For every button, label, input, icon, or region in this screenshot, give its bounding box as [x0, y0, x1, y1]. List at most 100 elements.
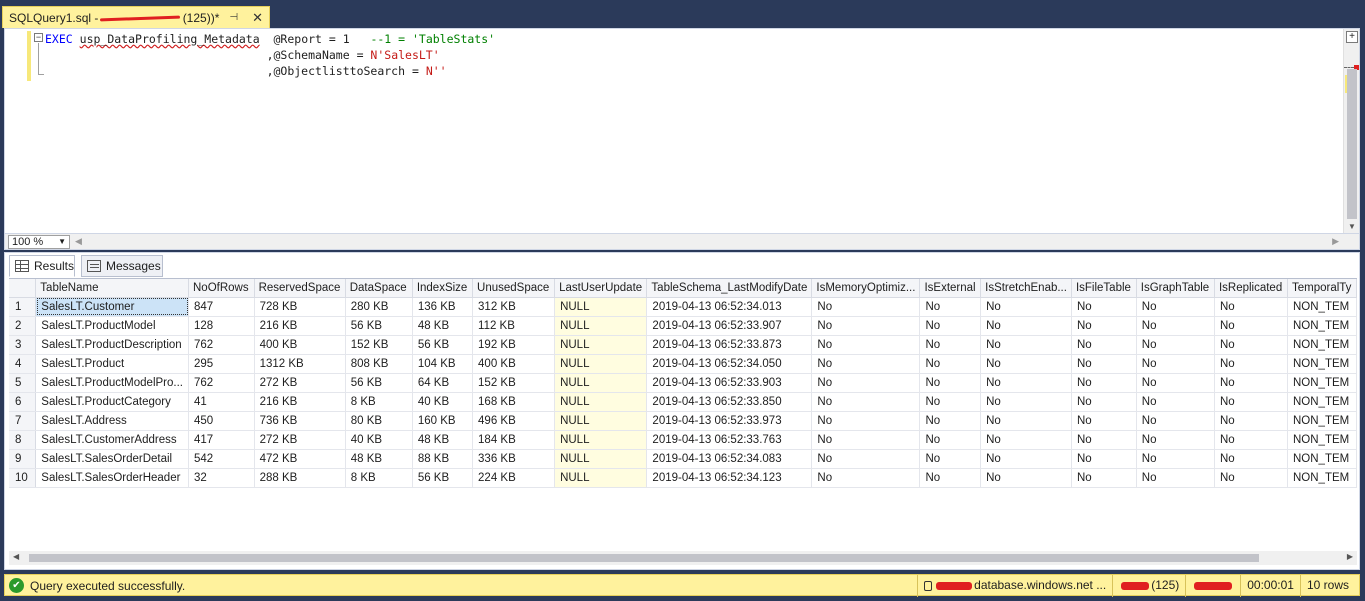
grid-cell[interactable]: NON_TEM: [1287, 468, 1357, 488]
grid-cell[interactable]: No: [980, 392, 1072, 412]
pin-icon[interactable]: ⊣: [229, 12, 238, 23]
grid-cell[interactable]: No: [1136, 373, 1215, 393]
grid-cell[interactable]: 64 KB: [412, 373, 474, 393]
grid-cell[interactable]: No: [1136, 354, 1215, 374]
grid-cell[interactable]: No: [811, 392, 921, 412]
grid-cell[interactable]: 280 KB: [345, 297, 413, 317]
grid-cell[interactable]: No: [1214, 449, 1289, 469]
grid-cell[interactable]: No: [919, 354, 982, 374]
grid-cell[interactable]: No: [1214, 468, 1289, 488]
grid-cell[interactable]: SalesLT.SalesOrderHeader: [35, 468, 189, 488]
grid-cell[interactable]: 272 KB: [254, 373, 346, 393]
grid-cell[interactable]: NON_TEM: [1287, 373, 1357, 393]
scroll-thumb[interactable]: [29, 554, 1259, 562]
row-number[interactable]: 9: [9, 449, 37, 469]
grid-cell[interactable]: No: [1071, 449, 1137, 469]
column-header[interactable]: IsFileTable: [1071, 279, 1137, 298]
grid-cell[interactable]: 2019-04-13 06:52:33.850: [646, 392, 813, 412]
grid-cell[interactable]: No: [1214, 411, 1289, 431]
row-number-header[interactable]: [9, 279, 37, 298]
grid-cell[interactable]: 48 KB: [412, 316, 474, 336]
grid-cell[interactable]: No: [919, 392, 982, 412]
grid-cell[interactable]: No: [980, 297, 1072, 317]
grid-cell[interactable]: No: [919, 411, 982, 431]
grid-cell[interactable]: 56 KB: [345, 316, 413, 336]
grid-cell[interactable]: 216 KB: [254, 316, 346, 336]
table-row[interactable]: 1 SalesLT.Customer 847 728 KB 280 KB 136 KB 31…: [9, 297, 1357, 317]
grid-cell[interactable]: 2019-04-13 06:52:34.123: [646, 468, 813, 488]
editor-vertical-scrollbar[interactable]: + ▼: [1343, 29, 1359, 233]
table-row[interactable]: 3 SalesLT.ProductDescription 762 400 KB 152 …: [9, 335, 1357, 355]
column-header[interactable]: TableName: [35, 279, 189, 298]
grid-cell[interactable]: 104 KB: [412, 354, 474, 374]
column-header[interactable]: TableSchema_LastModifyDate: [646, 279, 813, 298]
table-row[interactable]: 4 SalesLT.Product 295 1312 KB 808 KB 104 KB 40…: [9, 354, 1357, 374]
grid-cell[interactable]: 1312 KB: [254, 354, 346, 374]
column-header[interactable]: IsMemoryOptimiz...: [811, 279, 921, 298]
grid-cell[interactable]: No: [1071, 430, 1137, 450]
grid-cell[interactable]: 288 KB: [254, 468, 346, 488]
grid-cell[interactable]: No: [919, 449, 982, 469]
table-row[interactable]: 8 SalesLT.CustomerAddress 417 272 KB 40 KB 48…: [9, 430, 1357, 450]
grid-cell[interactable]: No: [1136, 411, 1215, 431]
grid-cell[interactable]: 2019-04-13 06:52:33.903: [646, 373, 813, 393]
grid-cell[interactable]: 2019-04-13 06:52:34.013: [646, 297, 813, 317]
row-number[interactable]: 6: [9, 392, 37, 412]
grid-cell[interactable]: No: [919, 316, 982, 336]
grid-cell[interactable]: NULL: [554, 354, 648, 374]
grid-cell[interactable]: 80 KB: [345, 411, 413, 431]
scroll-thumb[interactable]: [1347, 69, 1357, 219]
grid-cell[interactable]: No: [919, 335, 982, 355]
grid-cell[interactable]: 762: [188, 373, 255, 393]
grid-cell[interactable]: NULL: [554, 316, 648, 336]
tab-messages[interactable]: Messages: [81, 255, 163, 277]
table-row[interactable]: 9 SalesLT.SalesOrderDetail 542 472 KB 48 KB 8…: [9, 449, 1357, 469]
grid-cell[interactable]: 450: [188, 411, 255, 431]
grid-cell[interactable]: No: [980, 316, 1072, 336]
grid-cell[interactable]: No: [980, 449, 1072, 469]
grid-cell[interactable]: 2019-04-13 06:52:34.083: [646, 449, 813, 469]
close-icon[interactable]: ✕: [252, 10, 263, 26]
grid-cell[interactable]: No: [1214, 373, 1289, 393]
column-header[interactable]: DataSpace: [345, 279, 413, 298]
grid-cell[interactable]: NULL: [554, 449, 648, 469]
grid-cell[interactable]: 2019-04-13 06:52:33.973: [646, 411, 813, 431]
row-number[interactable]: 10: [9, 468, 37, 488]
column-header[interactable]: LastUserUpdate: [554, 279, 648, 298]
grid-cell[interactable]: 56 KB: [412, 335, 474, 355]
grid-cell[interactable]: 48 KB: [345, 449, 413, 469]
grid-cell[interactable]: 808 KB: [345, 354, 413, 374]
grid-cell[interactable]: No: [980, 411, 1072, 431]
grid-cell[interactable]: No: [1136, 468, 1215, 488]
grid-cell[interactable]: No: [811, 373, 921, 393]
grid-cell[interactable]: 472 KB: [254, 449, 346, 469]
grid-cell[interactable]: NON_TEM: [1287, 430, 1357, 450]
grid-cell[interactable]: 56 KB: [345, 373, 413, 393]
grid-cell[interactable]: No: [1214, 335, 1289, 355]
grid-cell[interactable]: NON_TEM: [1287, 411, 1357, 431]
scroll-left-icon[interactable]: ◀: [75, 236, 82, 247]
grid-cell[interactable]: No: [980, 430, 1072, 450]
column-header[interactable]: IndexSize: [412, 279, 474, 298]
grid-cell[interactable]: No: [919, 430, 982, 450]
grid-cell[interactable]: 152 KB: [472, 373, 556, 393]
grid-cell[interactable]: 400 KB: [254, 335, 346, 355]
grid-cell[interactable]: No: [1071, 335, 1137, 355]
grid-cell[interactable]: No: [811, 354, 921, 374]
grid-cell[interactable]: 2019-04-13 06:52:33.873: [646, 335, 813, 355]
grid-cell[interactable]: No: [811, 297, 921, 317]
grid-cell[interactable]: NON_TEM: [1287, 316, 1357, 336]
grid-cell[interactable]: No: [1136, 449, 1215, 469]
grid-cell[interactable]: No: [1136, 335, 1215, 355]
grid-cell[interactable]: No: [811, 468, 921, 488]
scroll-down-icon[interactable]: ▼: [1348, 222, 1356, 231]
table-row[interactable]: 5 SalesLT.ProductModelPro... 762 272 KB 56 K…: [9, 373, 1357, 393]
grid-cell[interactable]: NULL: [554, 335, 648, 355]
row-number[interactable]: 1: [9, 297, 37, 317]
row-number[interactable]: 7: [9, 411, 37, 431]
grid-cell[interactable]: 48 KB: [412, 430, 474, 450]
row-number[interactable]: 4: [9, 354, 37, 374]
grid-cell[interactable]: No: [1214, 354, 1289, 374]
tab-results[interactable]: Results: [9, 255, 75, 277]
grid-cell[interactable]: 336 KB: [472, 449, 556, 469]
